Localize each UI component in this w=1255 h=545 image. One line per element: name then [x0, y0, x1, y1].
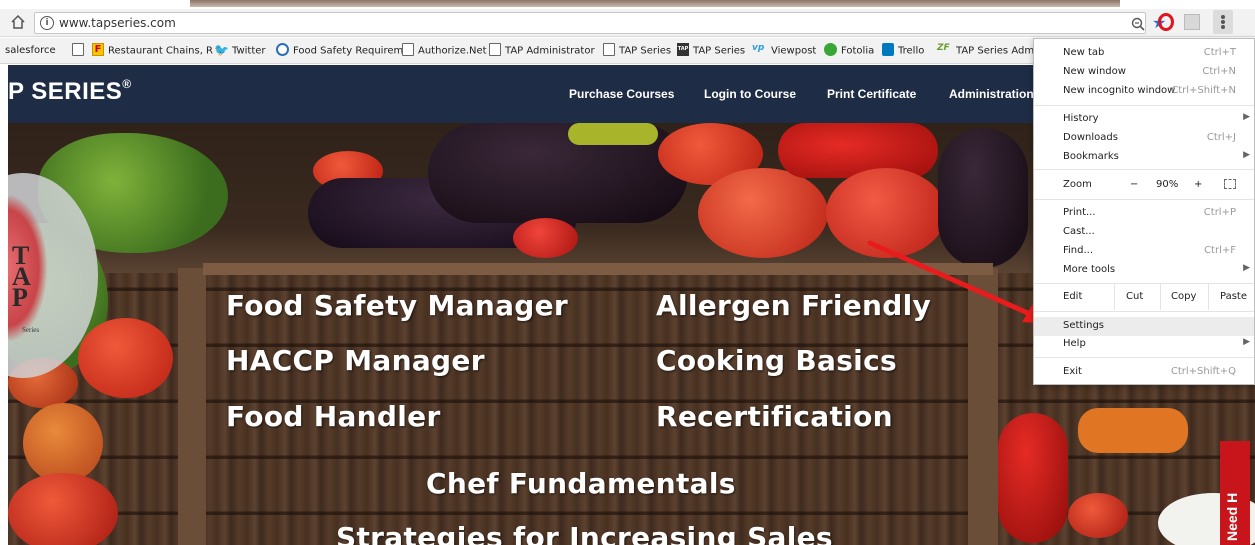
- menu-item-help[interactable]: Help ▶: [1034, 335, 1254, 354]
- menu-separator: [1034, 169, 1254, 170]
- menu-item-downloads[interactable]: Downloads Ctrl+J: [1034, 129, 1254, 148]
- submenu-arrow-icon: ▶: [1243, 112, 1250, 122]
- menu-item-edit: Edit Cut Copy Paste: [1034, 284, 1254, 310]
- submenu-arrow-icon: ▶: [1243, 150, 1250, 160]
- submenu-arrow-icon: ▶: [1243, 337, 1250, 347]
- edit-divider: [1160, 284, 1161, 310]
- fullscreen-icon[interactable]: [1224, 179, 1236, 189]
- edit-divider: [1208, 284, 1209, 310]
- zoom-plus-button[interactable]: +: [1194, 179, 1202, 190]
- menu-separator: [1034, 199, 1254, 200]
- menu-separator: [1034, 357, 1254, 358]
- menu-item-new-tab[interactable]: New tab Ctrl+T: [1034, 44, 1254, 63]
- copy-button[interactable]: Copy: [1171, 284, 1196, 310]
- zoom-minus-button[interactable]: −: [1130, 179, 1138, 190]
- edit-divider: [1114, 284, 1115, 310]
- menu-item-zoom: Zoom − 90% +: [1034, 176, 1254, 195]
- menu-separator: [1034, 311, 1254, 312]
- menu-item-find[interactable]: Find... Ctrl+F: [1034, 242, 1254, 261]
- chrome-main-menu: New tab Ctrl+T New window Ctrl+N New incog…: [1033, 38, 1255, 385]
- menu-item-exit[interactable]: Exit Ctrl+Shift+Q: [1034, 363, 1254, 382]
- menu-item-settings[interactable]: Settings: [1034, 317, 1254, 336]
- zoom-level: 90%: [1156, 179, 1179, 190]
- menu-item-print[interactable]: Print... Ctrl+P: [1034, 204, 1254, 223]
- menu-item-new-window[interactable]: New window Ctrl+N: [1034, 63, 1254, 82]
- menu-item-history[interactable]: History ▶: [1034, 110, 1254, 129]
- menu-item-bookmarks[interactable]: Bookmarks ▶: [1034, 148, 1254, 167]
- menu-item-cast[interactable]: Cast...: [1034, 223, 1254, 242]
- paste-button[interactable]: Paste: [1220, 284, 1247, 310]
- menu-item-more-tools[interactable]: More tools ▶: [1034, 261, 1254, 280]
- cut-button[interactable]: Cut: [1126, 284, 1143, 310]
- menu-item-new-incognito[interactable]: New incognito window Ctrl+Shift+N: [1034, 82, 1254, 101]
- submenu-arrow-icon: ▶: [1243, 263, 1250, 273]
- menu-separator: [1034, 105, 1254, 106]
- edit-label: Edit: [1063, 291, 1083, 302]
